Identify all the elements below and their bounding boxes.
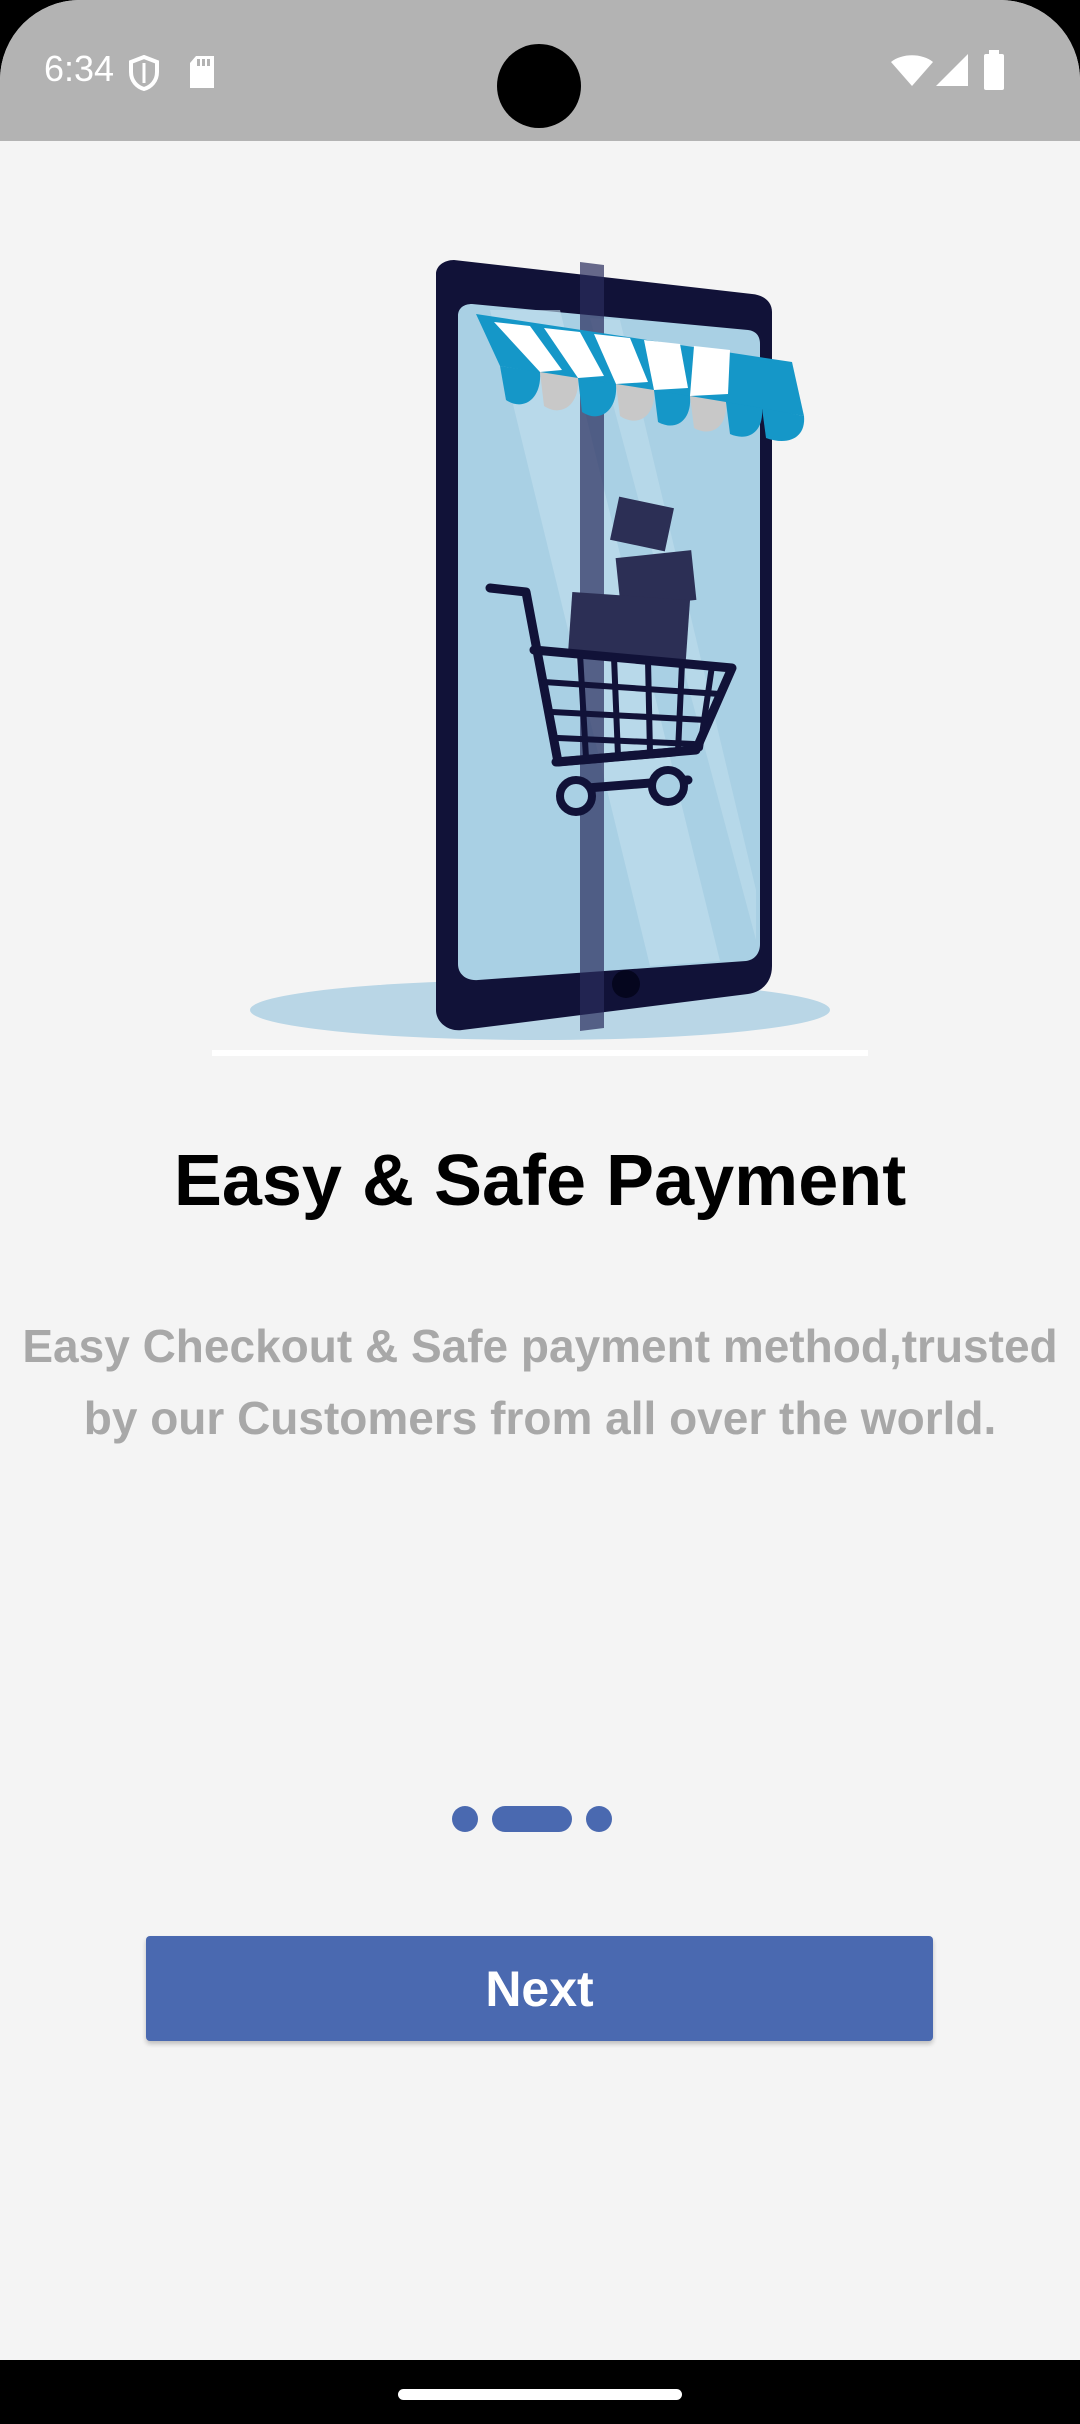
next-button[interactable]: Next bbox=[146, 1936, 933, 2041]
status-time: 6:34 bbox=[44, 48, 115, 89]
home-indicator[interactable] bbox=[398, 2389, 682, 2400]
page-dot[interactable] bbox=[452, 1806, 478, 1832]
status-bar: 6:34 bbox=[0, 0, 1080, 141]
onboarding-description: Easy Checkout & Safe payment method,trus… bbox=[22, 1320, 1058, 1444]
wifi-icon bbox=[891, 55, 933, 86]
page-dot-active[interactable] bbox=[492, 1806, 572, 1832]
front-camera bbox=[497, 44, 581, 128]
sd-card-icon bbox=[190, 56, 214, 88]
ground-line bbox=[212, 1050, 868, 1056]
shield-icon bbox=[129, 55, 159, 91]
phone-shopping-illustration bbox=[212, 260, 868, 1056]
page-indicator bbox=[0, 1804, 1072, 1834]
page-dot[interactable] bbox=[586, 1806, 612, 1832]
onboarding-title: Easy & Safe Payment bbox=[173, 1141, 907, 1221]
onboarding-screen: 6:34 Easy & Safe Payment Easy Checkout &… bbox=[0, 0, 1080, 2360]
battery-icon bbox=[984, 50, 1004, 90]
signal-icon bbox=[936, 54, 968, 86]
